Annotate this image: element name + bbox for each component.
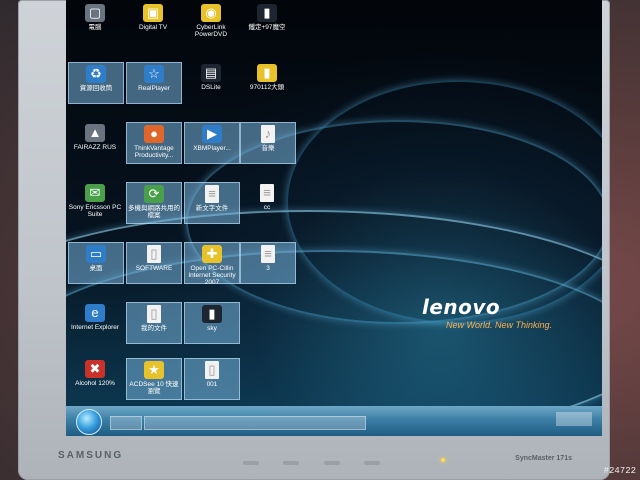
desktop-icon[interactable]: ▢ 電腦	[68, 2, 122, 42]
app-icon: ★	[144, 361, 164, 379]
desktop-icon[interactable]: ▣ Digital TV	[126, 2, 180, 42]
monitor-down-button[interactable]	[283, 461, 300, 465]
desktop-icon[interactable]: ▤ DSLite	[184, 62, 238, 102]
app-icon: ▲	[85, 124, 105, 142]
app-icon: ▮	[257, 4, 277, 22]
desktop-icon-label: 我的文件	[141, 325, 167, 332]
desktop-icon-label: SOFTWARE	[135, 265, 173, 272]
desktop-icon-label: FAIRAZZ RUS	[73, 144, 117, 151]
app-icon: ▣	[143, 4, 163, 22]
desktop-icon-label: 桌面	[89, 265, 103, 272]
app-icon: ●	[144, 125, 164, 143]
monitor-brand: SAMSUNG	[58, 450, 124, 461]
desktop-icon-label: Internet Explorer	[70, 324, 120, 331]
monitor-bezel: lenovo New World. New Thinking. ▢ 電腦 ▣ Digi…	[18, 0, 610, 480]
desktop-icon-label: 970112大頭	[249, 84, 285, 91]
desktop-icon[interactable]: ▭ 桌面	[68, 242, 124, 284]
desktop-icon-label: XBMPlayer...	[193, 145, 231, 152]
desktop-icon-label: 多機與網路共用的檔案	[128, 205, 180, 219]
taskbar-window-button[interactable]	[144, 416, 366, 430]
desktop-icon-label: sky	[207, 325, 217, 332]
taskbar	[66, 406, 602, 436]
desktop-icon-label: 電腦	[88, 24, 102, 31]
desktop-icon[interactable]: ▮ 970112大頭	[240, 62, 294, 102]
desktop-icon[interactable]: ✉ Sony Ericsson PC Suite	[68, 182, 122, 222]
desktop-icon[interactable]: ♪ 音樂	[240, 122, 296, 164]
desktop-icon[interactable]: ≡ 3	[240, 242, 296, 284]
desktop-icon[interactable]: ≡ 新文字文件	[184, 182, 240, 224]
desktop-icon[interactable]: ▮ sky	[184, 302, 240, 344]
desktop-icon-label: ACDSee 10 快速瀏覽	[129, 381, 179, 395]
desktop-icon-label: cc	[263, 204, 271, 211]
monitor-menu-button[interactable]	[243, 461, 259, 465]
desktop-icon[interactable]: ♻ 資源回收筒	[68, 62, 124, 104]
desktop-icon[interactable]: ★ ACDSee 10 快速瀏覽	[126, 358, 182, 400]
desktop-icon-label: DSLite	[201, 84, 221, 91]
desktop-icon-label: 鐵定+97魔空	[248, 24, 286, 31]
desktop-icon[interactable]: ⟳ 多機與網路共用的檔案	[126, 182, 182, 224]
desktop-icon-label: 資源回收筒	[79, 85, 113, 92]
monitor-buttons	[243, 452, 400, 465]
desktop-icon-label: Open PC-Cillin Internet Security 2007	[188, 265, 236, 286]
app-icon: ▶	[202, 125, 222, 143]
monitor-up-button[interactable]	[323, 461, 340, 465]
desktop-icon-label: 新文字文件	[195, 205, 229, 212]
start-button[interactable]	[76, 409, 102, 435]
app-icon: ▯	[147, 245, 161, 263]
desktop-screen[interactable]: lenovo New World. New Thinking. ▢ 電腦 ▣ Digi…	[66, 0, 602, 436]
desktop-icon-label: ThinkVantage Productivity...	[134, 145, 174, 159]
desktop-icon[interactable]: ≡ cc	[240, 182, 294, 222]
desktop-icon-label: Alcohol 120%	[75, 380, 115, 387]
app-icon: ▯	[147, 305, 161, 323]
desktop-icon-label: 音樂	[261, 145, 275, 152]
desktop-icon[interactable]: ▶ XBMPlayer...	[184, 122, 240, 164]
power-led	[441, 458, 445, 462]
desktop-icon-label: 3	[266, 265, 270, 272]
system-tray[interactable]	[556, 412, 592, 426]
app-icon: ▭	[86, 245, 106, 263]
desktop-icon[interactable]: ▯ 我的文件	[126, 302, 182, 344]
app-icon: ▯	[205, 361, 219, 379]
desktop-icon[interactable]: ▮ 鐵定+97魔空	[240, 2, 294, 42]
desktop-icon-label: CyberLink PowerDVD	[194, 24, 228, 38]
app-icon: ✉	[85, 184, 105, 202]
desktop-icon-label: Digital TV	[138, 24, 168, 31]
app-icon: ⟳	[144, 185, 164, 203]
desktop-icon-label: RealPlayer	[138, 85, 170, 92]
desktop-icon[interactable]: ✖ Alcohol 120%	[68, 358, 122, 398]
app-icon: ≡	[261, 245, 275, 263]
app-icon: ▮	[202, 305, 222, 323]
desktop-icon[interactable]: ✚ Open PC-Cillin Internet Security 2007	[184, 242, 240, 286]
app-icon: ≡	[205, 185, 219, 203]
app-icon: ▢	[85, 4, 105, 22]
app-icon: ▮	[257, 64, 277, 82]
watermark: #24722	[603, 466, 636, 476]
desktop-icon[interactable]: ▯ SOFTWARE	[126, 242, 182, 284]
app-icon: ♻	[86, 65, 106, 83]
app-icon: ≡	[260, 184, 274, 202]
desktop-icon[interactable]: ☆ RealPlayer	[126, 62, 182, 104]
desktop-icon[interactable]: e Internet Explorer	[68, 302, 122, 342]
app-icon: ✚	[202, 245, 222, 263]
wallpaper-logo: lenovo	[422, 295, 501, 319]
app-icon: e	[85, 304, 105, 322]
app-icon: ♪	[261, 125, 275, 143]
quick-launch-item[interactable]	[110, 416, 142, 430]
app-icon: ▤	[201, 64, 221, 82]
desktop-icon-label: Sony Ericsson PC Suite	[68, 204, 122, 218]
desktop-icon-label: 001	[206, 381, 218, 388]
desktop-icon[interactable]: ▲ FAIRAZZ RUS	[68, 122, 122, 162]
desktop-icon[interactable]: ▯ 001	[184, 358, 240, 400]
app-icon: ◉	[201, 4, 221, 22]
app-icon: ☆	[144, 65, 164, 83]
desktop-icon[interactable]: ● ThinkVantage Productivity...	[126, 122, 182, 164]
monitor-auto-button[interactable]	[364, 461, 381, 465]
desktop-icon[interactable]: ◉ CyberLink PowerDVD	[184, 2, 238, 42]
app-icon: ✖	[85, 360, 105, 378]
monitor-model: SyncMaster 171s	[515, 455, 572, 462]
wallpaper-tagline: New World. New Thinking.	[446, 320, 553, 330]
